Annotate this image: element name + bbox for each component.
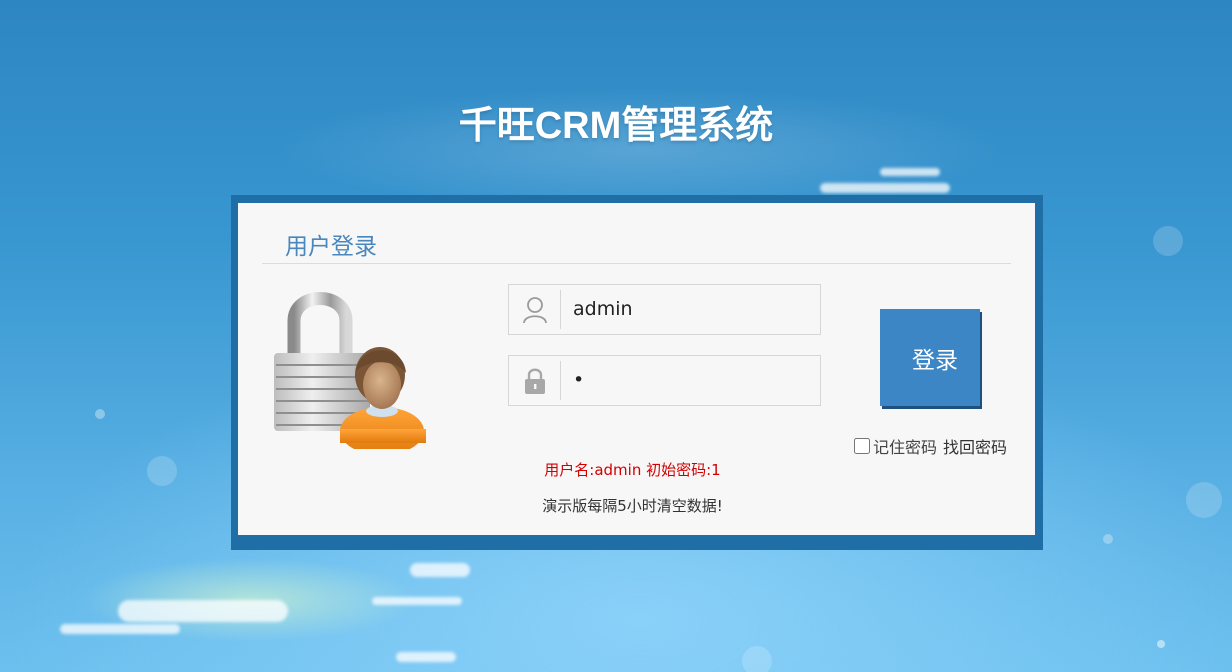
background-cloud — [410, 563, 470, 577]
username-field-box — [508, 284, 821, 335]
login-page: { "app": { "title": "千旺CRM管理系统" }, "logi… — [0, 0, 1232, 672]
credentials-hint: 用户名:admin 初始密码:1 — [544, 461, 721, 479]
remember-password-label[interactable]: 记住密码 — [873, 434, 937, 458]
background-bubble — [1157, 640, 1165, 648]
background-bubble — [1103, 534, 1113, 544]
password-field-box — [508, 355, 821, 406]
background-cloud — [118, 600, 288, 622]
login-panel: 用户登录 admin 登录 记住密码 找回密码 用户名:admin 初始密码:1… — [238, 203, 1035, 535]
username-input[interactable] — [573, 293, 813, 325]
panel-heading: 用户登录 — [285, 234, 377, 260]
field-separator — [560, 290, 561, 329]
forgot-password-link[interactable]: 找回密码 — [943, 434, 1007, 458]
user-icon — [509, 285, 561, 334]
app-title: 千旺CRM管理系统 — [458, 105, 774, 147]
remember-row: 记住密码 找回密码 — [854, 434, 1007, 458]
background-bubble — [147, 456, 177, 486]
panel-divider — [262, 263, 1011, 264]
background-cloud — [372, 597, 462, 605]
background-bubble — [742, 646, 772, 672]
remember-password-checkbox[interactable] — [854, 438, 870, 454]
password-input[interactable] — [573, 364, 813, 396]
login-button[interactable]: 登录 — [880, 309, 980, 406]
background-bubble — [1153, 226, 1183, 256]
background-bubble — [95, 409, 105, 419]
background-cloud — [820, 183, 950, 193]
padlock-with-user-icon — [264, 281, 434, 455]
background-cloud — [396, 652, 456, 662]
login-frame: 用户登录 admin 登录 记住密码 找回密码 用户名:admin 初始密码:1… — [231, 195, 1043, 550]
background-cloud — [60, 624, 180, 634]
demo-notice-row: 演示版每隔5小时清空数据! — [238, 495, 1035, 516]
demo-notice: 演示版每隔5小时清空数据! — [542, 497, 723, 515]
lock-icon — [509, 356, 561, 405]
background-bubble — [1186, 482, 1222, 518]
field-separator — [560, 361, 561, 400]
credentials-hint-row: 用户名:admin 初始密码:1 — [238, 459, 1035, 480]
background-cloud — [880, 168, 940, 176]
